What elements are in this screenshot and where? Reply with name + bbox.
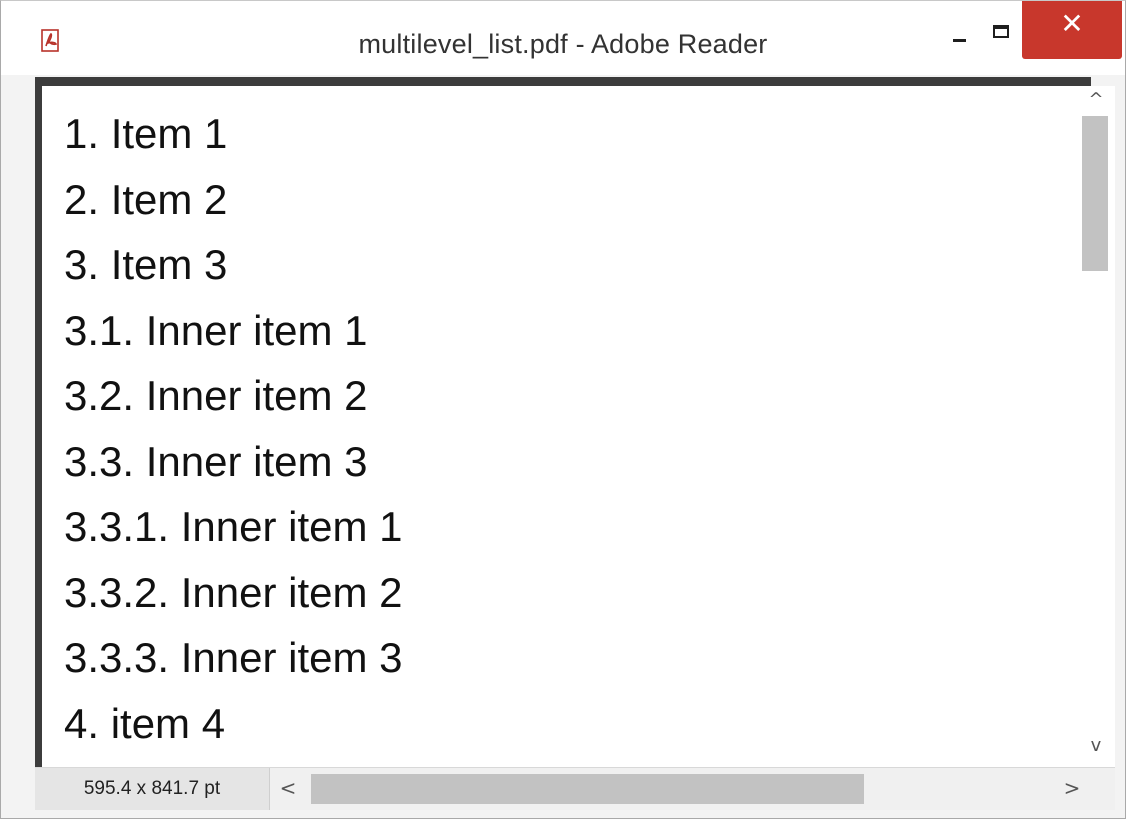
list-item: 1. Item 1: [64, 110, 228, 157]
close-icon: ✕: [1060, 7, 1084, 40]
horizontal-scroll-thumb[interactable]: [311, 774, 864, 804]
list-item: 4. item 4: [64, 699, 226, 747]
list-item: 3.3. Inner item 3: [64, 437, 368, 485]
document-view[interactable]: 1. Item 1 2. Item 2 3. Item 3 3.1. Inner…: [35, 77, 1091, 767]
minimize-button[interactable]: [931, 1, 983, 59]
scroll-right-icon[interactable]: >: [1055, 768, 1089, 810]
list-item: 3.3.3. Inner item 3: [64, 634, 403, 681]
maximize-icon: [993, 25, 1009, 38]
page-size-readout: 595.4 x 841.7 pt: [35, 768, 270, 810]
scroll-down-icon[interactable]: v: [1077, 736, 1115, 756]
list-item: 3.3.2. Inner item 2: [64, 568, 403, 616]
vertical-scrollbar[interactable]: ^ v: [1077, 86, 1115, 769]
reader-window: multilevel_list.pdf - Adobe Reader ✕ 1. …: [0, 0, 1126, 819]
scroll-left-icon[interactable]: <: [271, 768, 305, 810]
scroll-up-icon[interactable]: ^: [1077, 90, 1115, 110]
close-button[interactable]: ✕: [1022, 1, 1122, 59]
maximize-button[interactable]: [983, 1, 1021, 59]
list-item: 3. Item 3: [64, 241, 228, 288]
document-list: 1. Item 1 2. Item 2 3. Item 3 3.1. Inner…: [64, 110, 403, 765]
list-item: 3.3.1. Inner item 1: [64, 503, 403, 550]
list-item: 3.2. Inner item 2: [64, 372, 368, 419]
list-item: 3.1. Inner item 1: [64, 306, 368, 354]
status-bar: 595.4 x 841.7 pt < >: [35, 767, 1115, 810]
vertical-scroll-thumb[interactable]: [1082, 116, 1108, 271]
list-item: 2. Item 2: [64, 175, 228, 223]
title-bar[interactable]: multilevel_list.pdf - Adobe Reader ✕: [1, 1, 1125, 75]
minimize-icon: [953, 39, 966, 42]
